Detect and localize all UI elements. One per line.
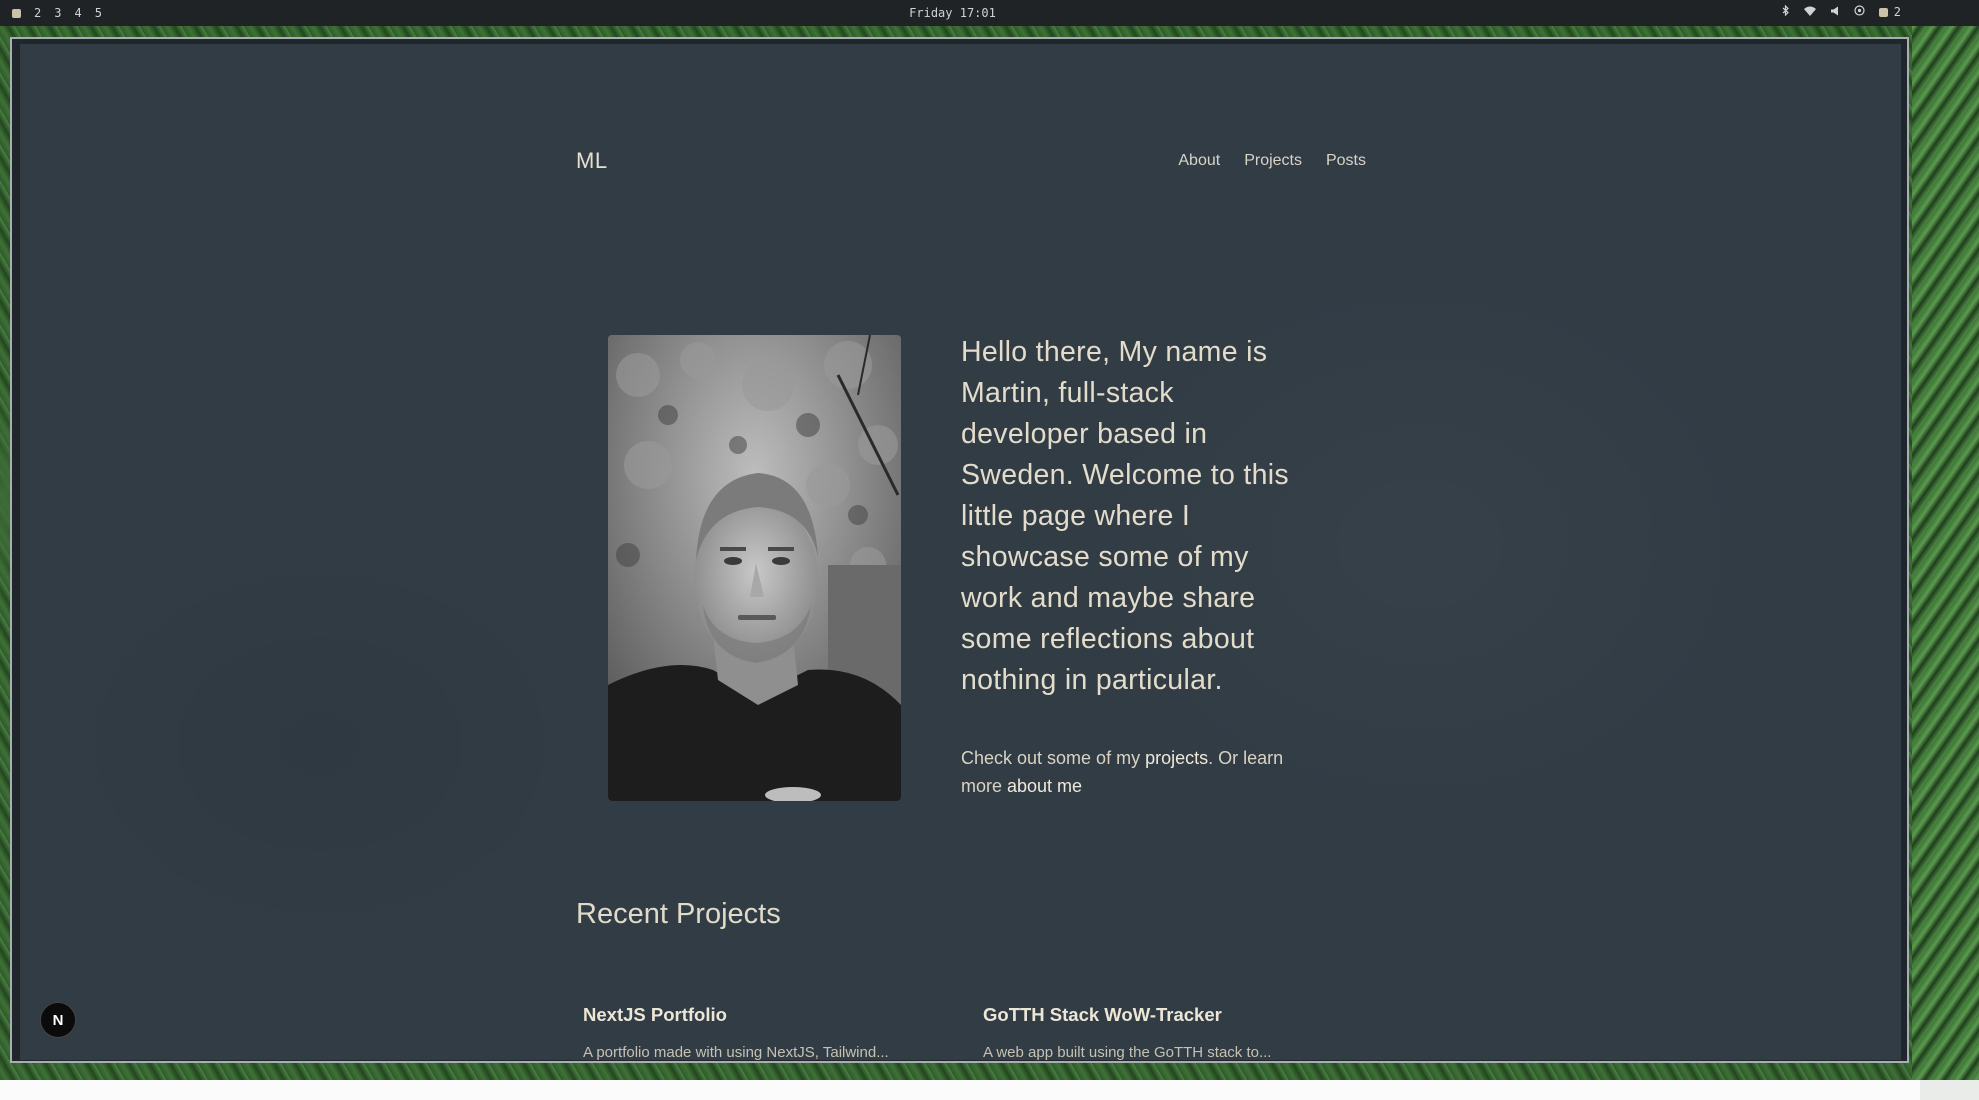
clock: Friday 17:01 (909, 6, 996, 20)
cta-prefix: Check out some of my (961, 748, 1146, 768)
notifications[interactable]: 2 (1878, 5, 1901, 19)
project-card-nextjs-portfolio[interactable]: NextJS Portfolio A portfolio made with u… (583, 1004, 943, 1060)
notification-icon (1878, 7, 1888, 17)
profile-photo (608, 335, 901, 801)
site-logo[interactable]: ML (576, 148, 608, 174)
project-title[interactable]: GoTTH Stack WoW-Tracker (983, 1004, 1343, 1026)
wifi-icon[interactable] (1803, 5, 1816, 19)
volume-icon[interactable] (1830, 5, 1840, 19)
nextjs-dev-badge[interactable]: N (40, 1002, 76, 1038)
desktop-wallpaper-edge (1912, 20, 1979, 1080)
site-header: ML About Projects Posts (576, 142, 1366, 182)
about-me-link[interactable]: about me (1007, 776, 1082, 796)
project-card-gotth-wow-tracker[interactable]: GoTTH Stack WoW-Tracker A web app built … (983, 1004, 1343, 1060)
notification-count: 2 (1893, 5, 1901, 19)
nav-about[interactable]: About (1178, 152, 1220, 170)
system-top-bar: 2 3 4 5 Friday 17:01 2 (0, 0, 1979, 26)
intro-text: Hello there, My name is Martin, full-sta… (961, 336, 1289, 696)
project-title[interactable]: NextJS Portfolio (583, 1004, 943, 1026)
project-description: A portfolio made with using NextJS, Tail… (583, 1044, 889, 1060)
screen-bottom-strip (0, 1080, 1920, 1100)
browser-viewport: ML About Projects Posts Hello there, My … (20, 44, 1901, 1060)
main-nav: About Projects Posts (1178, 152, 1366, 170)
system-tray: 2 (1782, 4, 1901, 19)
nav-projects[interactable]: Projects (1244, 152, 1302, 170)
recent-projects-heading: Recent Projects (576, 898, 781, 930)
nav-posts[interactable]: Posts (1326, 152, 1366, 170)
projects-link[interactable]: projects (1145, 748, 1208, 768)
project-description: A web app built using the GoTTH stack to… (983, 1044, 1272, 1060)
intro-cta: Check out some of my projects. Or learn … (961, 744, 1291, 800)
network-icon[interactable] (1854, 5, 1865, 19)
bluetooth-icon[interactable] (1782, 4, 1790, 19)
